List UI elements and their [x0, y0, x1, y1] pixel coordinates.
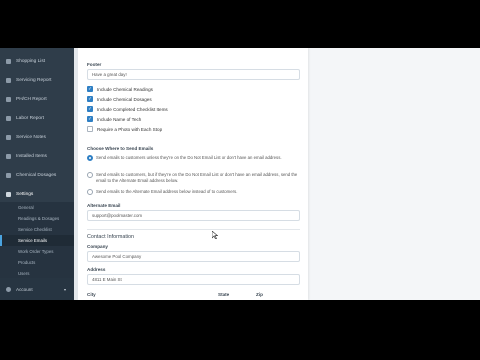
user-icon	[6, 286, 11, 292]
company-value: Awesome Pool Company	[92, 254, 142, 259]
clipboard-icon	[6, 96, 11, 102]
alternate-email-value: support@poolmaster.com	[92, 213, 143, 218]
radio-label: Send emails to the Alternate Email addre…	[96, 189, 238, 194]
sidebar: Shopping List Servicing Report PH/CH Rep…	[0, 48, 74, 300]
truck-icon	[6, 77, 11, 83]
sidebar-subitem-service-checklist[interactable]: Service Checklist	[0, 224, 74, 235]
sidebar-subitem-label: Users	[18, 271, 30, 276]
sidebar-item-chemical-dosages[interactable]: Chemical Dosages	[0, 168, 74, 182]
company-label: Company	[87, 244, 108, 249]
sidebar-item-ph-ch-report[interactable]: PH/CH Report	[0, 92, 74, 106]
sidebar-item-settings[interactable]: Settings	[0, 187, 74, 201]
sidebar-subitem-label: Products	[18, 260, 36, 265]
checkbox-require-photo[interactable]: Require a Photo with Each Stop	[87, 126, 162, 132]
address-input[interactable]: 4811 E Main St	[87, 274, 300, 285]
checkbox-chemical-readings[interactable]: ✓ Include Chemical Readings	[87, 86, 153, 92]
footer-label: Footer	[87, 62, 102, 67]
checkbox-checked-icon: ✓	[87, 95, 93, 102]
checkbox-checked-icon: ✓	[87, 105, 93, 112]
send-emails-label: Choose Where to Send Emails	[87, 146, 154, 151]
sidebar-item-installed-items[interactable]: Installed Items	[0, 149, 74, 163]
zip-label: Zip	[256, 292, 263, 297]
checkbox-checklist-items[interactable]: ✓ Include Completed Checklist Items	[87, 106, 168, 112]
chevron-down-icon: ▾	[63, 286, 66, 292]
sidebar-item-label: Installed Items	[16, 153, 47, 159]
note-icon	[6, 134, 11, 140]
checkbox-unchecked-icon	[87, 126, 93, 132]
checkbox-label: Include Chemical Readings	[97, 86, 153, 92]
radio-selected-icon	[87, 155, 93, 161]
clock-icon	[6, 115, 11, 121]
alternate-email-label: Alternate Email	[87, 203, 121, 208]
checkbox-label: Include Chemical Dosages	[97, 96, 152, 102]
address-label: Address	[87, 267, 106, 272]
address-value: 4811 E Main St	[92, 277, 122, 282]
sidebar-item-label: PH/CH Report	[16, 96, 47, 102]
sidebar-subitem-label: Service Checklist	[18, 227, 52, 232]
sidebar-subitem-label: Readings & Dosages	[18, 216, 60, 221]
contact-info-title: Contact Information	[87, 234, 135, 240]
city-label: City	[87, 292, 96, 297]
gear-icon	[6, 191, 11, 197]
sidebar-item-servicing-report[interactable]: Servicing Report	[0, 73, 74, 87]
sidebar-subitem-label: Service Emails	[18, 238, 48, 243]
checkbox-label: Include Completed Checklist Items	[97, 106, 168, 112]
radio-label: Send emails to customers, but if they're…	[96, 172, 298, 183]
account-label: Account	[16, 286, 33, 292]
alternate-email-input[interactable]: support@poolmaster.com	[87, 210, 300, 221]
sidebar-subitem-label: General	[18, 205, 34, 210]
radio-unselected-icon	[87, 189, 93, 195]
sidebar-item-shopping-list[interactable]: Shopping List	[0, 54, 74, 68]
sidebar-item-labor-report[interactable]: Labor Report	[0, 111, 74, 125]
sidebar-subitem-label: Work Order Types	[18, 249, 54, 254]
sidebar-subitem-work-order-types[interactable]: Work Order Types	[0, 246, 74, 257]
box-icon	[6, 153, 11, 159]
section-divider	[87, 229, 300, 230]
mouse-cursor-icon	[211, 230, 219, 241]
app-window: Shopping List Servicing Report PH/CH Rep…	[0, 48, 480, 300]
company-input[interactable]: Awesome Pool Company	[87, 251, 300, 262]
settings-form: Footer Have a great day! ✓ Include Chemi…	[78, 48, 308, 300]
radio-send-to-customers[interactable]: Send emails to customers unless they're …	[87, 155, 300, 161]
account-menu[interactable]: Account ▾	[0, 278, 74, 300]
radio-label: Send emails to customers unless they're …	[96, 155, 282, 160]
sidebar-item-label: Settings	[16, 191, 34, 197]
sidebar-subitem-service-emails[interactable]: Service Emails	[0, 235, 74, 246]
checkbox-checked-icon: ✓	[87, 115, 93, 122]
radio-send-to-alternate[interactable]: Send emails to the Alternate Email addre…	[87, 189, 300, 195]
sidebar-item-label: Shopping List	[16, 58, 46, 64]
checkbox-name-of-tech[interactable]: ✓ Include Name of Tech	[87, 116, 141, 122]
sidebar-subitem-products[interactable]: Products	[0, 257, 74, 268]
checkbox-label: Require a Photo with Each Stop	[97, 126, 163, 132]
sidebar-item-label: Service Notes	[16, 134, 46, 140]
sidebar-item-label: Chemical Dosages	[16, 172, 57, 178]
radio-unselected-icon	[87, 172, 93, 178]
sidebar-subitem-readings-dosages[interactable]: Readings & Dosages	[0, 213, 74, 224]
footer-input-value: Have a great day!	[92, 72, 127, 77]
radio-send-with-fallback[interactable]: Send emails to customers, but if they're…	[87, 172, 300, 184]
checkbox-checked-icon: ✓	[87, 85, 93, 92]
sidebar-item-label: Servicing Report	[16, 77, 52, 83]
flask-icon	[6, 172, 11, 178]
state-label: State	[218, 292, 230, 297]
checkbox-chemical-dosages[interactable]: ✓ Include Chemical Dosages	[87, 96, 152, 102]
sidebar-item-label: Labor Report	[16, 115, 44, 121]
cart-icon	[6, 58, 11, 64]
checkbox-label: Include Name of Tech	[97, 116, 142, 122]
sidebar-item-service-notes[interactable]: Service Notes	[0, 130, 74, 144]
footer-input[interactable]: Have a great day!	[87, 69, 300, 80]
sidebar-subitem-general[interactable]: General	[0, 202, 74, 213]
